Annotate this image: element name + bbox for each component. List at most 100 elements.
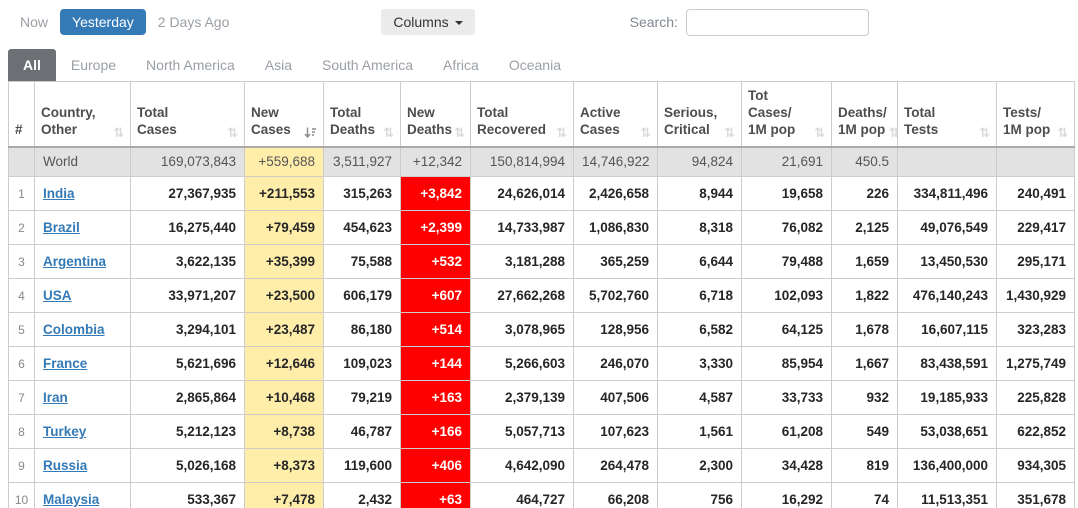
world-row: World169,073,843+559,6883,511,927+12,342… [9, 147, 1075, 177]
rank-cell: 9 [9, 449, 35, 483]
table-row: 3Argentina3,622,135+35,39975,588+5323,18… [9, 245, 1075, 279]
tests_1m-cell: 229,417 [997, 211, 1075, 245]
new_cases-cell: +12,646 [245, 347, 324, 381]
country-link[interactable]: France [43, 356, 87, 371]
world-total_recovered-cell: 150,814,994 [471, 147, 574, 177]
column-header-country[interactable]: Country, Other⇅ [35, 82, 131, 147]
country-link[interactable]: USA [43, 288, 72, 303]
yesterday-button[interactable]: Yesterday [60, 9, 146, 35]
column-header-serious_critical[interactable]: Serious, Critical⇅ [658, 82, 742, 147]
column-header-total_recovered[interactable]: Total Recovered⇅ [471, 82, 574, 147]
total_recovered-cell: 27,662,268 [471, 279, 574, 313]
country-cell: Brazil [35, 211, 131, 245]
column-header-deaths_1m[interactable]: Deaths/ 1M pop⇅ [832, 82, 898, 147]
column-header-total_tests[interactable]: Total Tests⇅ [898, 82, 997, 147]
caret-down-icon [455, 21, 463, 25]
serious_critical-cell: 3,330 [658, 347, 742, 381]
sort-both-icon: ⇅ [454, 126, 465, 139]
column-label-total_tests: Total Tests [904, 105, 938, 139]
world-active_cases-cell: 14,746,922 [574, 147, 658, 177]
country-link[interactable]: Russia [43, 458, 87, 473]
country-link[interactable]: Turkey [43, 424, 86, 439]
sort-both-icon: ⇅ [889, 126, 898, 139]
country-link[interactable]: Colombia [43, 322, 105, 337]
tab-north-america[interactable]: North America [131, 49, 250, 81]
serious_critical-cell: 8,944 [658, 177, 742, 211]
active_cases-cell: 365,259 [574, 245, 658, 279]
total_cases-cell: 3,622,135 [131, 245, 245, 279]
tot_cases_1m-cell: 16,292 [742, 483, 832, 508]
rank-cell: 4 [9, 279, 35, 313]
column-header-tot_cases_1m[interactable]: Tot Cases/ 1M pop⇅ [742, 82, 832, 147]
active_cases-cell: 2,426,658 [574, 177, 658, 211]
total_deaths-cell: 79,219 [324, 381, 401, 415]
column-header-active_cases[interactable]: Active Cases⇅ [574, 82, 658, 147]
tab-africa[interactable]: Africa [428, 49, 494, 81]
column-header-new_deaths[interactable]: New Deaths⇅ [401, 82, 471, 147]
table-row: 5Colombia3,294,101+23,48786,180+5143,078… [9, 313, 1075, 347]
table-row: 7Iran2,865,864+10,46879,219+1632,379,139… [9, 381, 1075, 415]
column-label-deaths_1m: Deaths/ 1M pop [838, 105, 887, 139]
total_tests-cell: 19,185,933 [898, 381, 997, 415]
deaths_1m-cell: 1,678 [832, 313, 898, 347]
search-label: Search: [630, 14, 678, 30]
country-cell: Malaysia [35, 483, 131, 508]
country-cell: Turkey [35, 415, 131, 449]
tot_cases_1m-cell: 61,208 [742, 415, 832, 449]
tot_cases_1m-cell: 33,733 [742, 381, 832, 415]
sort-both-icon: ⇅ [640, 126, 651, 139]
active_cases-cell: 107,623 [574, 415, 658, 449]
search-input[interactable] [686, 9, 869, 36]
tab-europe[interactable]: Europe [56, 49, 131, 81]
column-header-new_cases[interactable]: New Cases [245, 82, 324, 147]
total_deaths-cell: 109,023 [324, 347, 401, 381]
rank-cell: 3 [9, 245, 35, 279]
tot_cases_1m-cell: 76,082 [742, 211, 832, 245]
country-link[interactable]: Iran [43, 390, 68, 405]
deaths_1m-cell: 1,659 [832, 245, 898, 279]
rank-cell: 8 [9, 415, 35, 449]
country-cell: France [35, 347, 131, 381]
total_deaths-cell: 2,432 [324, 483, 401, 508]
now-button[interactable]: Now [8, 9, 60, 35]
total_tests-cell: 53,038,651 [898, 415, 997, 449]
serious_critical-cell: 4,587 [658, 381, 742, 415]
new_deaths-cell: +63 [401, 483, 471, 508]
tab-south-america[interactable]: South America [307, 49, 428, 81]
search-group: Search: [630, 9, 869, 36]
country-cell: Iran [35, 381, 131, 415]
total_tests-cell: 49,076,549 [898, 211, 997, 245]
tests_1m-cell: 225,828 [997, 381, 1075, 415]
world-total_tests-cell [898, 147, 997, 177]
total_recovered-cell: 14,733,987 [471, 211, 574, 245]
new_cases-cell: +23,500 [245, 279, 324, 313]
new_deaths-cell: +144 [401, 347, 471, 381]
new_deaths-cell: +3,842 [401, 177, 471, 211]
country-cell: Colombia [35, 313, 131, 347]
total_deaths-cell: 46,787 [324, 415, 401, 449]
tab-oceania[interactable]: Oceania [494, 49, 576, 81]
serious_critical-cell: 6,644 [658, 245, 742, 279]
total_tests-cell: 476,140,243 [898, 279, 997, 313]
sort-both-icon: ⇅ [227, 126, 238, 139]
serious_critical-cell: 8,318 [658, 211, 742, 245]
table-row: 8Turkey5,212,123+8,73846,787+1665,057,71… [9, 415, 1075, 449]
total_cases-cell: 16,275,440 [131, 211, 245, 245]
country-link[interactable]: Brazil [43, 220, 80, 235]
column-header-total_cases[interactable]: Total Cases⇅ [131, 82, 245, 147]
total_recovered-cell: 5,266,603 [471, 347, 574, 381]
country-link[interactable]: India [43, 186, 75, 201]
tab-all[interactable]: All [8, 49, 56, 81]
serious_critical-cell: 6,718 [658, 279, 742, 313]
new_cases-cell: +10,468 [245, 381, 324, 415]
columns-dropdown-button[interactable]: Columns [381, 9, 474, 35]
tab-asia[interactable]: Asia [250, 49, 307, 81]
column-header-total_deaths[interactable]: Total Deaths⇅ [324, 82, 401, 147]
country-link[interactable]: Argentina [43, 254, 106, 269]
two-days-ago-button[interactable]: 2 Days Ago [146, 9, 242, 35]
country-link[interactable]: Malaysia [43, 492, 99, 507]
table-row: 2Brazil16,275,440+79,459454,623+2,39914,… [9, 211, 1075, 245]
total_tests-cell: 83,438,591 [898, 347, 997, 381]
column-header-tests_1m[interactable]: Tests/ 1M pop⇅ [997, 82, 1075, 147]
columns-label: Columns [393, 14, 448, 30]
